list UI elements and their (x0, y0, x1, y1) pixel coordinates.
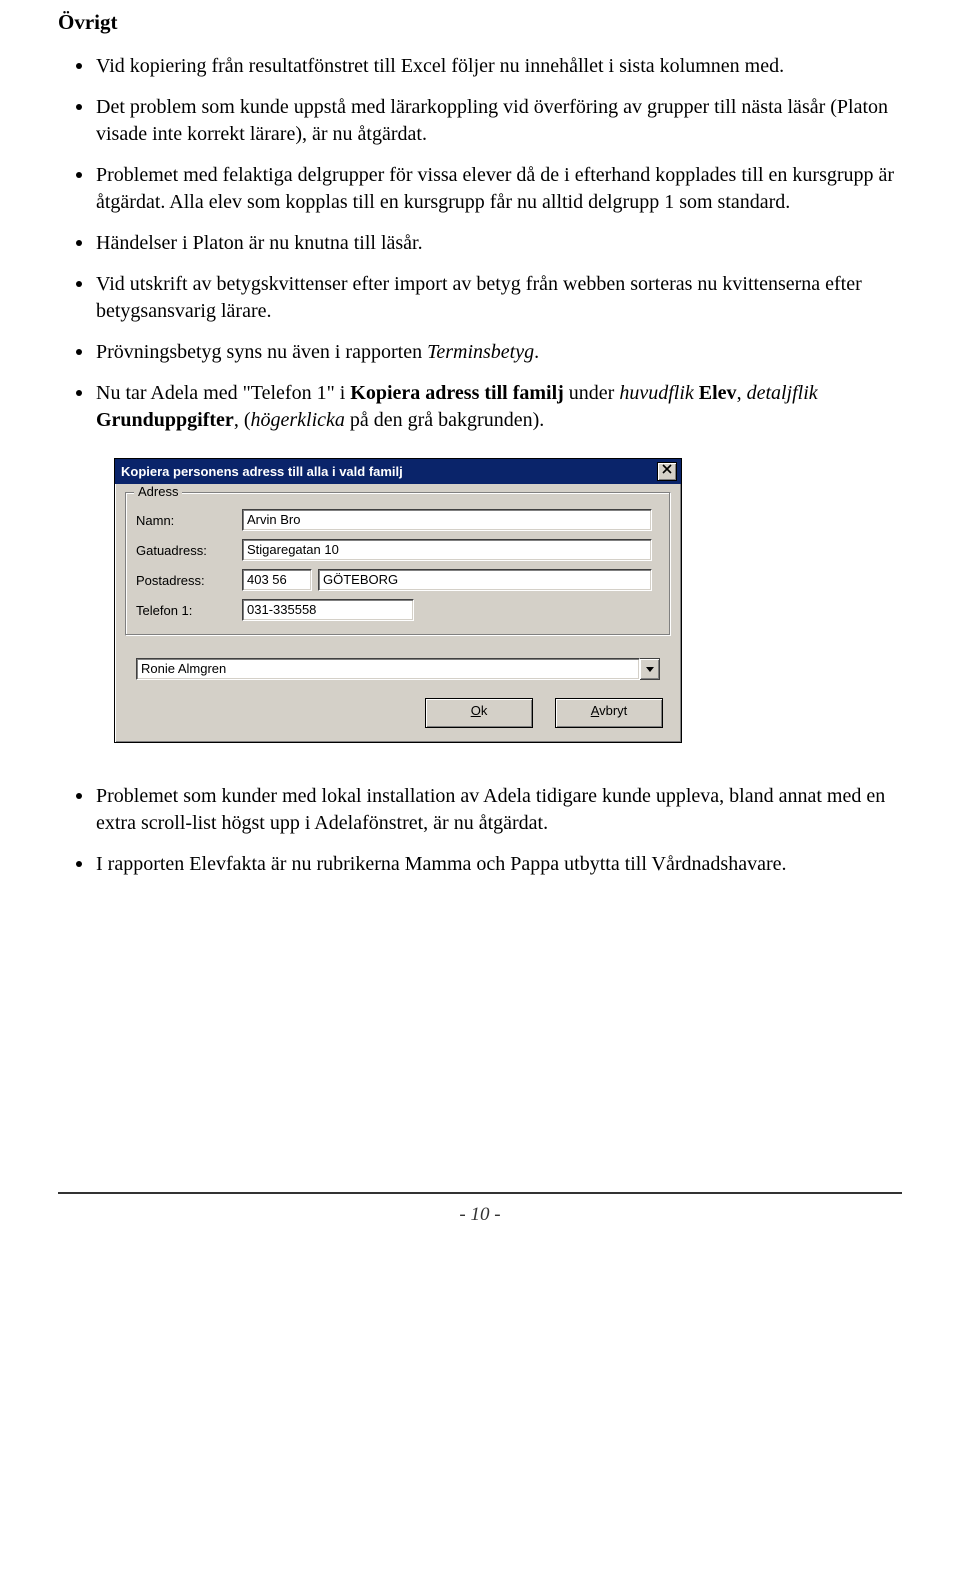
text: Nu tar Adela med "Telefon 1" i (96, 382, 350, 404)
text-bold: Grunduppgifter (96, 409, 234, 431)
list-item: Vid kopiering från resultatfönstret till… (58, 53, 902, 80)
groupbox-address: Adress Namn: Arvin Bro Gatuadress: Stiga… (125, 492, 671, 636)
list-item: Problemet med felaktiga delgrupper för v… (58, 162, 902, 216)
text: , ( (234, 409, 251, 431)
ok-accel: O (471, 703, 481, 718)
combo-arrow-button[interactable] (640, 658, 660, 680)
text: . (534, 341, 539, 363)
name-field[interactable]: Arvin Bro (242, 509, 652, 531)
label-phone: Telefon 1: (136, 603, 242, 618)
text: , (737, 382, 747, 404)
text-italic: högerklicka (250, 409, 344, 431)
page-number: - 10 - (459, 1204, 500, 1225)
text-italic: detaljflik (747, 382, 818, 404)
list-item: Händelser i Platon är nu knutna till läs… (58, 230, 902, 257)
section-heading: Övrigt (58, 10, 902, 35)
label-street: Gatuadress: (136, 543, 242, 558)
combo-value: Ronie Almgren (136, 658, 640, 680)
label-name: Namn: (136, 513, 242, 528)
close-button[interactable] (657, 462, 677, 481)
cancel-accel: A (591, 703, 599, 718)
city-field[interactable]: GÖTEBORG (318, 569, 652, 591)
ok-button[interactable]: Ok (425, 698, 533, 728)
text-bold: Kopiera adress till familj (350, 382, 564, 404)
person-combo[interactable]: Ronie Almgren (136, 658, 660, 680)
ok-rest: k (481, 703, 488, 718)
street-field[interactable]: Stigaregatan 10 (242, 539, 652, 561)
list-item: I rapporten Elevfakta är nu rubrikerna M… (58, 851, 902, 878)
list-item: Prövningsbetyg syns nu även i rapporten … (58, 339, 902, 366)
cancel-button[interactable]: Avbryt (555, 698, 663, 728)
chevron-down-icon (646, 667, 654, 672)
bullet-list-top: Vid kopiering från resultatfönstret till… (58, 53, 902, 434)
label-postal: Postadress: (136, 573, 242, 588)
page-footer: - 10 - (58, 1192, 902, 1226)
dialog-titlebar: Kopiera personens adress till alla i val… (115, 459, 681, 484)
text-italic: huvudflik (619, 382, 693, 404)
text: Prövningsbetyg syns nu även i rapporten (96, 341, 427, 363)
list-item: Det problem som kunde uppstå med lärarko… (58, 94, 902, 148)
cancel-rest: vbryt (599, 703, 627, 718)
postcode-field[interactable]: 403 56 (242, 569, 312, 591)
text-bold: Elev (699, 382, 737, 404)
list-item: Nu tar Adela med "Telefon 1" i Kopiera a… (58, 380, 902, 434)
groupbox-legend: Adress (134, 484, 182, 499)
dialog-copy-address: Kopiera personens adress till alla i val… (114, 458, 682, 743)
close-icon (662, 464, 672, 474)
bullet-list-bottom: Problemet som kunder med lokal installat… (58, 783, 902, 878)
phone-field[interactable]: 031-335558 (242, 599, 414, 621)
list-item: Problemet som kunder med lokal installat… (58, 783, 902, 837)
text-italic: Terminsbetyg (427, 341, 534, 363)
text: under (564, 382, 620, 404)
list-item: Vid utskrift av betygskvittenser efter i… (58, 271, 902, 325)
text: på den grå bakgrunden). (345, 409, 544, 431)
dialog-title: Kopiera personens adress till alla i val… (121, 464, 403, 479)
